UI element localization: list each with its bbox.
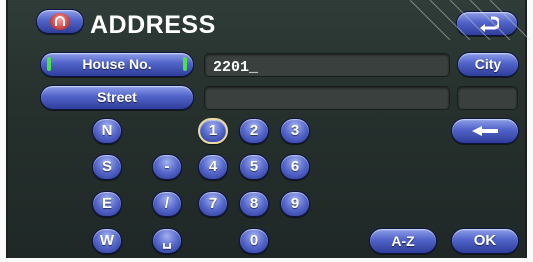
key-7[interactable]: 7 <box>198 191 228 217</box>
key-space[interactable]: ␣ <box>152 228 182 254</box>
house-no-value: 2201_ <box>213 59 259 76</box>
ok-label: OK <box>473 232 497 249</box>
key-5[interactable]: 5 <box>239 154 269 180</box>
ok-button[interactable]: OK <box>451 228 519 254</box>
back-button[interactable] <box>456 11 518 36</box>
title-bar: ADDRESS <box>8 0 525 42</box>
key-8-label: 8 <box>249 195 259 212</box>
key-3[interactable]: 3 <box>280 118 310 144</box>
key-8[interactable]: 8 <box>239 191 269 217</box>
key-w[interactable]: W <box>92 228 122 254</box>
key-4-label: 4 <box>208 158 218 175</box>
key-n-label: N <box>101 122 113 139</box>
key-w-label: W <box>99 232 115 249</box>
az-label: A-Z <box>391 233 415 249</box>
right-indicator-icon <box>183 57 187 71</box>
key-9[interactable]: 9 <box>280 191 310 217</box>
left-indicator-icon <box>47 57 51 71</box>
key-0[interactable]: 0 <box>239 228 269 254</box>
city-button[interactable]: City <box>457 52 519 77</box>
address-screen: ADDRESS House No. 2201_ City Street N S … <box>6 0 527 258</box>
page-title: ADDRESS <box>90 11 216 39</box>
house-no-label: House No. <box>82 56 152 72</box>
key-3-label: 3 <box>290 122 300 139</box>
key-dash[interactable]: - <box>152 154 182 180</box>
key-n[interactable]: N <box>92 118 122 144</box>
key-0-label: 0 <box>249 232 259 249</box>
key-slash[interactable]: / <box>152 191 182 217</box>
key-space-label: ␣ <box>162 232 172 249</box>
street-button[interactable]: Street <box>40 85 194 110</box>
key-e[interactable]: E <box>92 191 122 217</box>
back-arrow-icon <box>477 15 501 38</box>
city-label: City <box>474 56 502 72</box>
key-dash-label: - <box>164 158 170 175</box>
key-4[interactable]: 4 <box>198 154 228 180</box>
az-button[interactable]: A-Z <box>369 228 437 254</box>
menu-icon <box>50 13 70 30</box>
key-1[interactable]: 1 <box>198 118 228 144</box>
key-2-label: 2 <box>249 122 259 139</box>
key-2[interactable]: 2 <box>239 118 269 144</box>
street-field[interactable] <box>204 86 450 110</box>
delete-button[interactable] <box>451 118 519 144</box>
key-7-label: 7 <box>208 195 218 212</box>
key-6-label: 6 <box>290 158 300 175</box>
key-6[interactable]: 6 <box>280 154 310 180</box>
key-slash-label: / <box>164 195 170 212</box>
house-no-button[interactable]: House No. <box>40 52 194 77</box>
city-field[interactable] <box>457 86 518 110</box>
house-no-field[interactable]: 2201_ <box>204 53 450 77</box>
key-e-label: E <box>101 195 112 212</box>
key-5-label: 5 <box>249 158 259 175</box>
backspace-icon <box>472 124 500 143</box>
key-s[interactable]: S <box>92 154 122 180</box>
key-1-label: 1 <box>208 122 218 139</box>
menu-button[interactable] <box>36 9 84 34</box>
key-9-label: 9 <box>290 195 300 212</box>
street-label: Street <box>97 89 137 105</box>
key-s-label: S <box>101 158 112 175</box>
